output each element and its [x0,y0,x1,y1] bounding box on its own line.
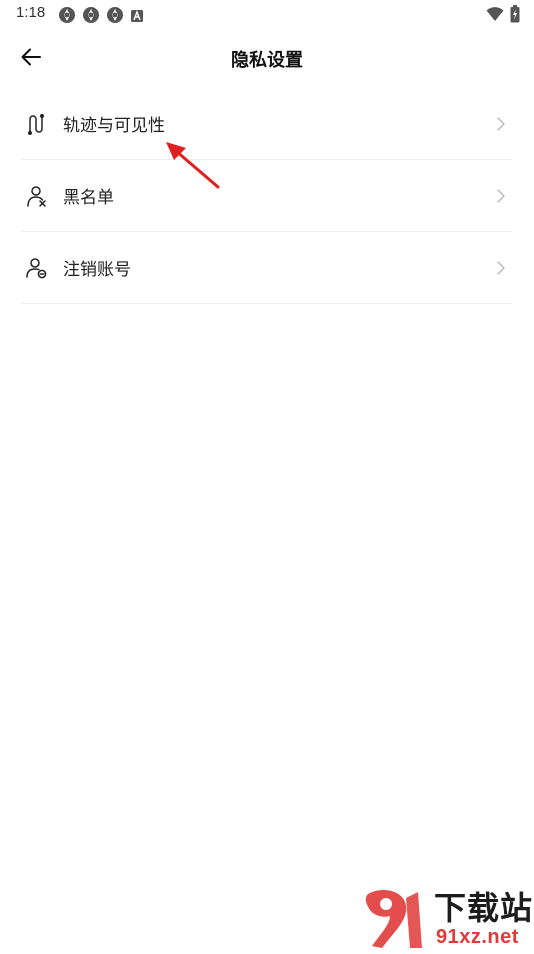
status-system-icons [486,5,520,27]
status-notification-icons [58,6,144,28]
page-title: 隐私设置 [231,50,303,71]
watermark-title: 下载站 [434,889,534,927]
chevron-right-icon [494,188,508,203]
menu-item-delete-account[interactable]: 注销账号 [22,232,512,304]
keyboard-a-icon [130,8,144,27]
app-header: 隐私设置 [0,28,534,88]
watermark: 下载站 91xz.net [360,888,534,950]
menu-item-track-visibility[interactable]: 轨迹与可见性 [22,88,512,160]
privacy-settings-list: 轨迹与可见性 黑名单 注销账号 [22,88,512,304]
status-bar: 1:18 [0,0,534,28]
menu-item-blacklist[interactable]: 黑名单 [22,160,512,232]
user-minus-icon [23,255,49,281]
menu-item-label: 注销账号 [63,260,131,280]
status-time: 1:18 [16,4,46,21]
menu-item-label: 黑名单 [63,188,114,208]
app-icon [58,6,76,28]
battery-charging-icon [510,5,520,27]
chevron-right-icon [494,116,508,131]
menu-item-label: 轨迹与可见性 [63,116,165,136]
chevron-right-icon [494,260,508,275]
wifi-icon [486,6,504,26]
watermark-url: 91xz.net [436,926,519,948]
block-user-icon [23,183,49,209]
app-icon [106,6,124,28]
app-icon [82,6,100,28]
route-icon [23,111,49,137]
watermark-logo-icon [360,888,430,950]
